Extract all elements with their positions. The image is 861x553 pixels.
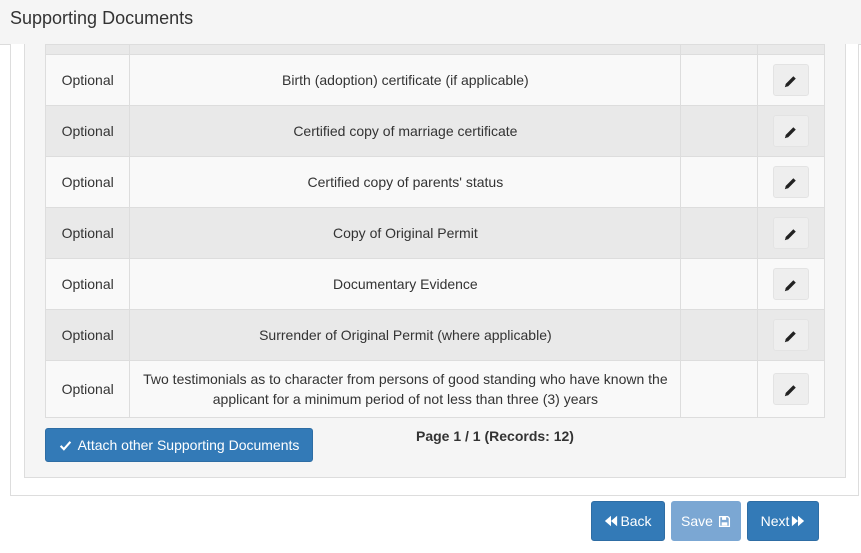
document-status: Optional [44,309,131,361]
pencil-icon [785,229,797,240]
document-status: Optional [44,105,131,157]
document-action-cell [756,258,826,310]
table-row-partial [44,44,826,55]
document-name: Documentary Evidence [129,258,682,310]
backward-icon [605,515,618,527]
document-upload-cell [680,360,758,418]
attach-documents-button[interactable]: Attach other Supporting Documents [45,428,313,462]
document-action-cell [756,207,826,259]
edit-button[interactable] [772,319,809,351]
document-name: Copy of Original Permit [129,207,682,259]
document-status: Optional [44,258,131,310]
page-header: Supporting Documents [0,0,861,45]
edit-button[interactable] [772,373,809,405]
next-label: Next [760,513,790,529]
document-name: Certified copy of marriage certificate [129,105,682,157]
table-row: Optional Certified copy of marriage cert… [44,105,826,157]
table-row: Optional Documentary Evidence [44,258,826,310]
document-upload-cell [680,309,758,361]
document-status: Optional [44,156,131,208]
forward-icon [792,515,805,527]
floppy-disk-icon [718,515,730,527]
document-action-cell [756,156,826,208]
document-action-cell [756,360,826,418]
document-status: Optional [44,54,131,106]
documents-table: Optional Birth (adoption) certificate (i… [44,44,826,418]
pencil-icon [785,127,797,138]
edit-button[interactable] [772,166,809,198]
back-label: Back [620,513,652,529]
document-upload-cell [680,258,758,310]
pencil-icon [785,280,797,291]
edit-button[interactable] [772,217,809,249]
table-row: Optional Copy of Original Permit [44,207,826,259]
next-button[interactable]: Next [747,501,819,541]
document-action-cell [756,54,826,106]
save-button[interactable]: Save [671,501,741,541]
save-label: Save [681,513,713,529]
pagination-info: Page 1 / 1 (Records: 12) [416,428,574,444]
table-row: Optional Surrender of Original Permit (w… [44,309,826,361]
check-icon [59,440,71,451]
document-upload-cell [680,156,758,208]
edit-button[interactable] [772,64,809,96]
page-title: Supporting Documents [10,8,194,28]
document-upload-cell [680,207,758,259]
table-row: Optional Certified copy of parents' stat… [44,156,826,208]
table-row: Optional Two testimonials as to characte… [44,360,826,418]
document-status: Optional [44,360,131,418]
document-name: Surrender of Original Permit (where appl… [129,309,682,361]
edit-button[interactable] [772,115,809,147]
table-row: Optional Birth (adoption) certificate (i… [44,54,826,106]
document-name: Two testimonials as to character from pe… [129,360,682,418]
document-action-cell [756,309,826,361]
pencil-icon [785,178,797,189]
pencil-icon [785,385,797,396]
document-name: Certified copy of parents' status [129,156,682,208]
document-status: Optional [44,207,131,259]
pencil-icon [785,331,797,342]
document-name: Birth (adoption) certificate (if applica… [129,54,682,106]
attach-documents-label: Attach other Supporting Documents [77,437,300,453]
document-upload-cell [680,54,758,106]
document-action-cell [756,105,826,157]
document-upload-cell [680,105,758,157]
back-button[interactable]: Back [591,501,665,541]
edit-button[interactable] [772,268,809,300]
pencil-icon [785,76,797,87]
